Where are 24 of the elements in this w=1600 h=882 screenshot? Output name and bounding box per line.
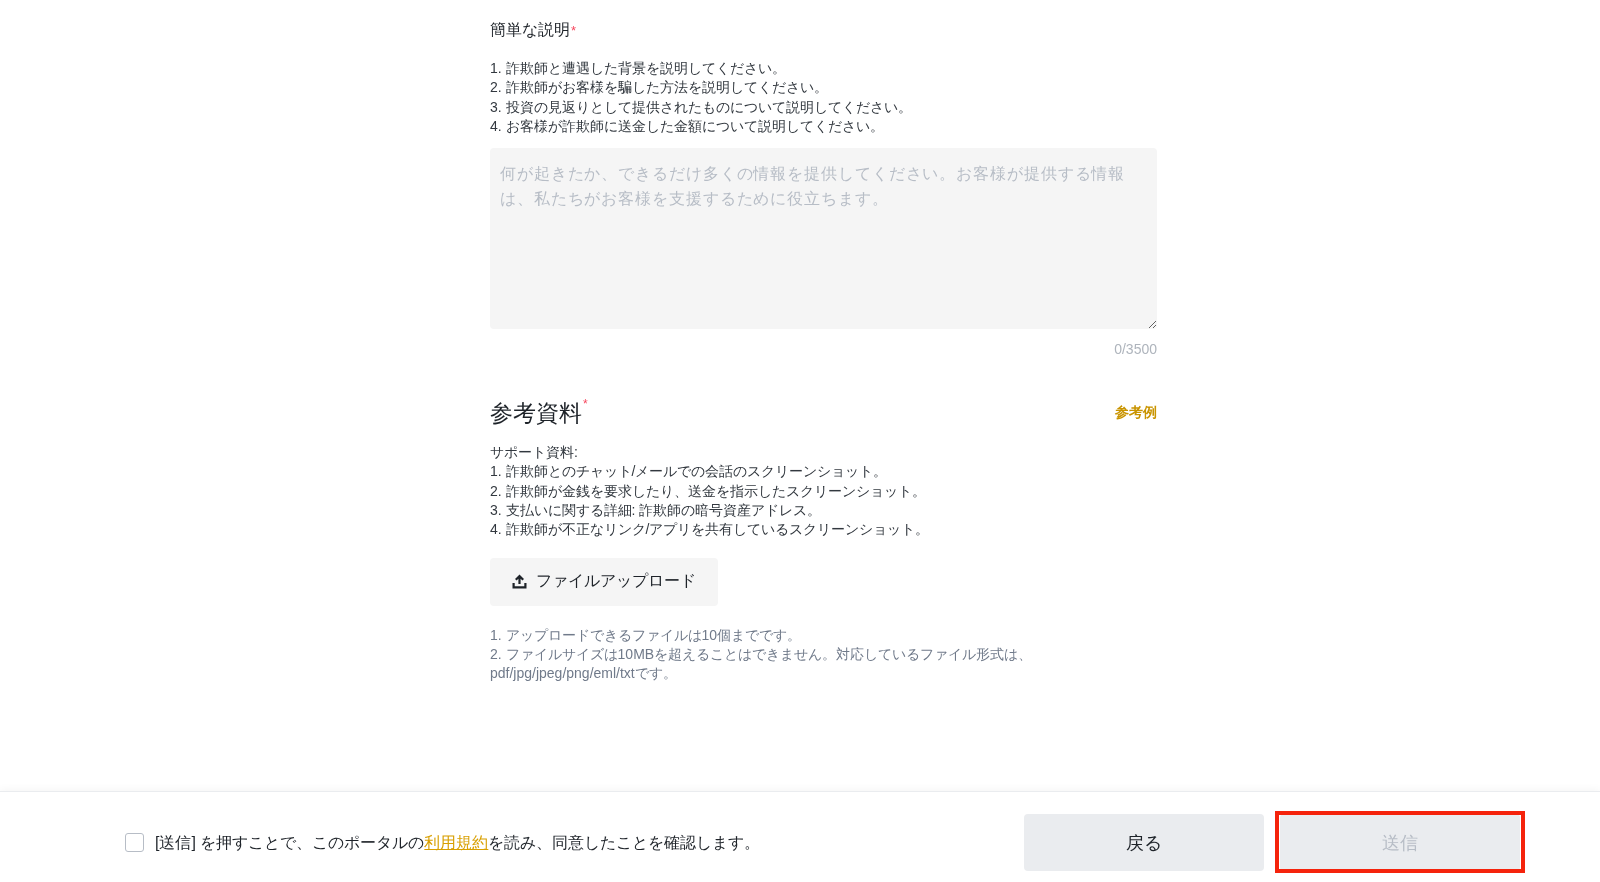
- character-counter: 0/3500: [1114, 340, 1157, 360]
- section-title: 参考資料: [490, 399, 582, 429]
- instruction-text: 3. 投資の見返りとして提供されたものについて説明してください。: [490, 97, 912, 117]
- instruction-text: 1. 詐欺師とのチャット/メールでの会話のスクリーンショット。: [490, 462, 888, 482]
- upload-icon: [512, 574, 527, 590]
- description-field[interactable]: 何が起きたか、できるだけ多くの情報を提供してください。お客様が提供する情報は、私たちがお客様を支援するために役立ちます。: [490, 148, 1157, 330]
- instruction-text: 4. お客様が詐欺師に送金した金額について説明してください。: [490, 116, 884, 136]
- back-button[interactable]: 戻る: [1024, 814, 1264, 871]
- agreement-text: [送信] を押すことで、このポータルの利用規約を読み、同意したことを確認します。: [155, 832, 761, 853]
- required-mark: *: [583, 397, 588, 412]
- example-link[interactable]: 参考例: [1115, 404, 1157, 423]
- instruction-text: 2. 詐欺師が金銭を要求したり、送金を指示したスクリーンショット。: [490, 481, 926, 501]
- instruction-text: 1. 詐欺師と遭遇した背景を説明してください。: [490, 59, 786, 78]
- section-title: 簡単な説明: [490, 20, 570, 40]
- note-text: 1. アップロードできるファイルは10個までです。: [490, 625, 802, 645]
- instruction-text: 4. 詐欺師が不正なリンク/アプリを共有しているスクリーンショット。: [490, 520, 930, 540]
- upload-button[interactable]: ファイルアップロード: [490, 557, 718, 606]
- terms-link[interactable]: 利用規約: [424, 833, 489, 851]
- note-text: 2. ファイルサイズは10MBを超えることはできません。対応しているファイル形式は、pdf/jpg/jpeg/png/eml/txtです。: [490, 644, 1034, 684]
- instruction-text: 2. 詐欺師がお客様を騙した方法を説明してください。: [490, 78, 828, 98]
- instruction-text: サポート資料:: [490, 443, 578, 463]
- required-mark: *: [571, 22, 577, 40]
- agreement-checkbox[interactable]: [125, 833, 144, 852]
- instruction-text: 3. 支払いに関する詳細: 詐欺師の暗号資産アドレス。: [490, 501, 822, 521]
